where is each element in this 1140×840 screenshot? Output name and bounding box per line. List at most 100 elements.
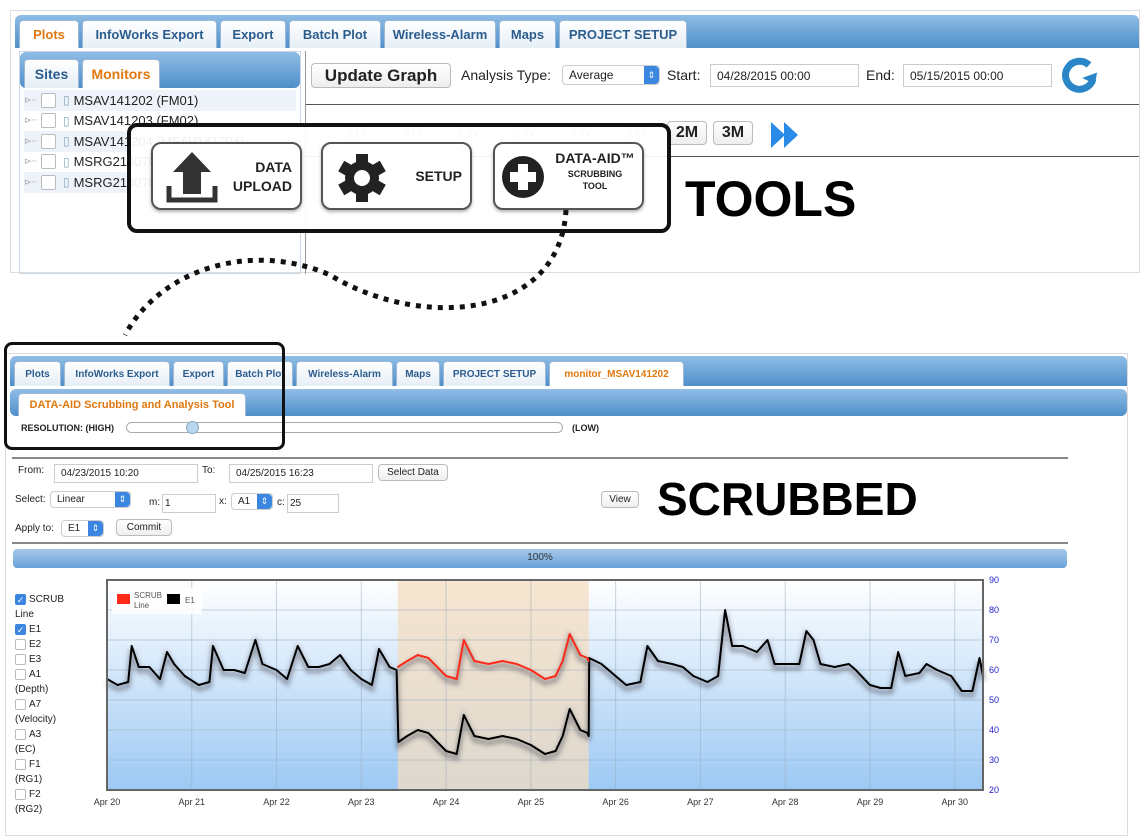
x-tick-label: Apr 28 [772, 797, 799, 807]
y-tick-label: 30 [989, 755, 999, 765]
legend-label-scrub-2: Line [134, 601, 150, 610]
data-point [812, 639, 815, 641]
scrub-chart: 20 30 40 50 60 70 80 90 Apr 20 Apr 21 Apr 22 Apr 23… [94, 575, 999, 807]
y-tick-label: 80 [989, 605, 999, 615]
data-point [116, 684, 119, 686]
data-point [600, 663, 603, 665]
data-point [614, 675, 617, 677]
data-point [961, 690, 963, 692]
x-tick-label: Apr 21 [179, 797, 206, 807]
legend-label-e1: E1 [185, 596, 195, 605]
data-point [417, 654, 419, 656]
data-point [286, 678, 288, 680]
data-point [127, 681, 129, 683]
data-point [371, 684, 373, 686]
data-point [904, 675, 907, 677]
data-point [173, 663, 175, 665]
y-tick-label: 40 [989, 725, 999, 735]
data-point [692, 675, 695, 677]
data-point [805, 630, 808, 632]
x-tick-label: Apr 24 [433, 797, 460, 807]
data-point [183, 675, 186, 677]
data-point [706, 681, 709, 683]
data-point [646, 645, 649, 647]
data-point [586, 732, 589, 734]
data-point [657, 660, 659, 662]
y-tick-label: 90 [989, 575, 999, 585]
data-point [833, 666, 836, 668]
x-tick-label: Apr 20 [94, 797, 121, 807]
data-point [307, 666, 310, 668]
data-point [261, 663, 264, 665]
data-point [501, 660, 504, 662]
data-point [212, 645, 214, 647]
data-point [579, 729, 582, 731]
data-point [275, 669, 278, 671]
data-point [890, 687, 892, 689]
data-point [766, 639, 769, 641]
data-point [455, 753, 458, 755]
data-point [587, 735, 590, 737]
data-point [568, 708, 571, 710]
data-point [978, 657, 981, 659]
data-point [208, 681, 211, 683]
data-point [417, 729, 419, 731]
data-point [378, 648, 380, 650]
data-point [554, 750, 557, 752]
data-point [318, 666, 320, 668]
x-tick-label: Apr 22 [263, 797, 290, 807]
data-point [487, 738, 490, 740]
y-tick-label: 70 [989, 635, 999, 645]
x-tick-label: Apr 26 [602, 797, 629, 807]
data-point [855, 669, 857, 671]
legend-label-scrub: SCRUB [134, 591, 162, 600]
data-point [427, 732, 430, 734]
y-tick-label: 20 [989, 785, 999, 795]
data-point [462, 639, 465, 641]
x-tick-label: Apr 30 [941, 797, 968, 807]
data-point [971, 690, 974, 692]
data-point [925, 663, 928, 665]
data-point [586, 657, 589, 659]
data-point [427, 657, 430, 659]
data-point [397, 741, 400, 743]
data-point [360, 678, 363, 680]
data-point [587, 660, 590, 662]
data-point [724, 609, 726, 611]
legend-swatch-scrub [117, 594, 130, 604]
data-point [130, 645, 133, 647]
data-point [137, 666, 140, 668]
scrubbed-caption: SCRUBBED [657, 473, 918, 525]
y-tick-label: 50 [989, 695, 999, 705]
data-point [473, 660, 476, 662]
data-point [671, 663, 673, 665]
data-point [148, 666, 151, 668]
data-point [254, 639, 257, 641]
legend-swatch-e1 [167, 594, 180, 604]
x-tick-label: Apr 23 [348, 797, 375, 807]
data-point [406, 735, 409, 737]
data-point [349, 669, 352, 671]
data-point [950, 675, 953, 677]
data-point [798, 663, 801, 665]
data-point [233, 669, 235, 671]
data-point [388, 666, 391, 668]
data-point [879, 687, 882, 689]
data-point [166, 651, 168, 653]
data-point [544, 753, 546, 755]
data-point [681, 666, 684, 668]
data-point [159, 678, 161, 680]
data-point [897, 651, 900, 653]
data-point [530, 744, 532, 746]
data-point [501, 735, 504, 737]
x-tick-label: Apr 25 [518, 797, 545, 807]
data-point [568, 633, 571, 635]
data-point [222, 669, 225, 671]
data-point [473, 735, 476, 737]
data-point [296, 645, 299, 647]
data-point [455, 678, 458, 680]
data-point [561, 660, 564, 662]
data-point [530, 669, 532, 671]
data-point [487, 663, 490, 665]
data-point [515, 738, 518, 740]
